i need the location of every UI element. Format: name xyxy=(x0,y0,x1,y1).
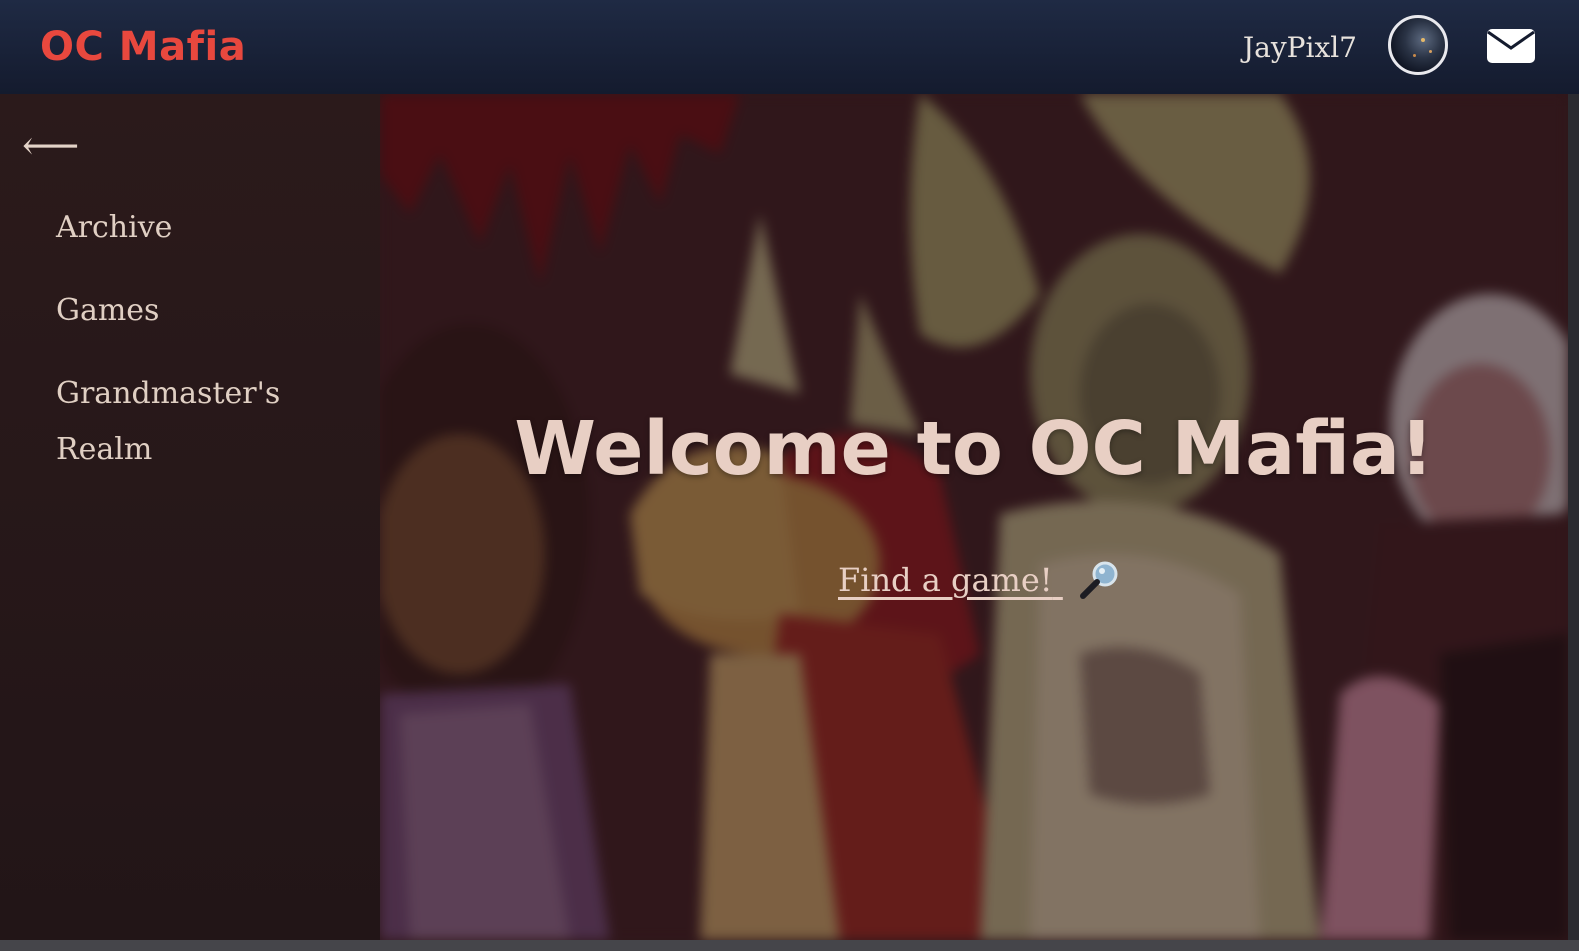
bottom-edge xyxy=(0,940,1579,951)
hero-section: Welcome to OC Mafia! Find a game! xyxy=(380,94,1568,940)
sidebar-item-grandmasters-realm[interactable]: Grandmaster's Realm xyxy=(56,366,316,478)
arrow-left-icon[interactable]: ⟵ xyxy=(22,126,79,166)
avatar-detail xyxy=(1421,38,1425,42)
avatar-detail xyxy=(1413,54,1416,57)
sidebar: ⟵ Archive Games Grandmaster's Realm xyxy=(0,94,380,940)
find-game-label: Find a game! xyxy=(838,561,1053,599)
hero-overlay xyxy=(380,94,1568,940)
envelope-icon[interactable] xyxy=(1486,28,1536,64)
brand-logo-link[interactable]: OC Mafia xyxy=(40,22,246,72)
top-bar: OC Mafia JayPixl7 xyxy=(0,0,1579,94)
app-root: OC Mafia JayPixl7 ⟵ Archive Games Grandm… xyxy=(0,0,1579,951)
welcome-heading: Welcome to OC Mafia! xyxy=(514,406,1434,492)
right-edge xyxy=(1568,94,1579,951)
username-label[interactable]: JayPixl7 xyxy=(1243,30,1357,66)
sidebar-item-archive[interactable]: Archive xyxy=(56,200,172,256)
avatar-detail xyxy=(1429,50,1432,53)
magnifying-glass-icon xyxy=(1079,561,1118,599)
user-avatar[interactable] xyxy=(1388,15,1448,75)
find-game-link[interactable]: Find a game! xyxy=(838,556,1123,604)
sidebar-item-games[interactable]: Games xyxy=(56,283,159,339)
